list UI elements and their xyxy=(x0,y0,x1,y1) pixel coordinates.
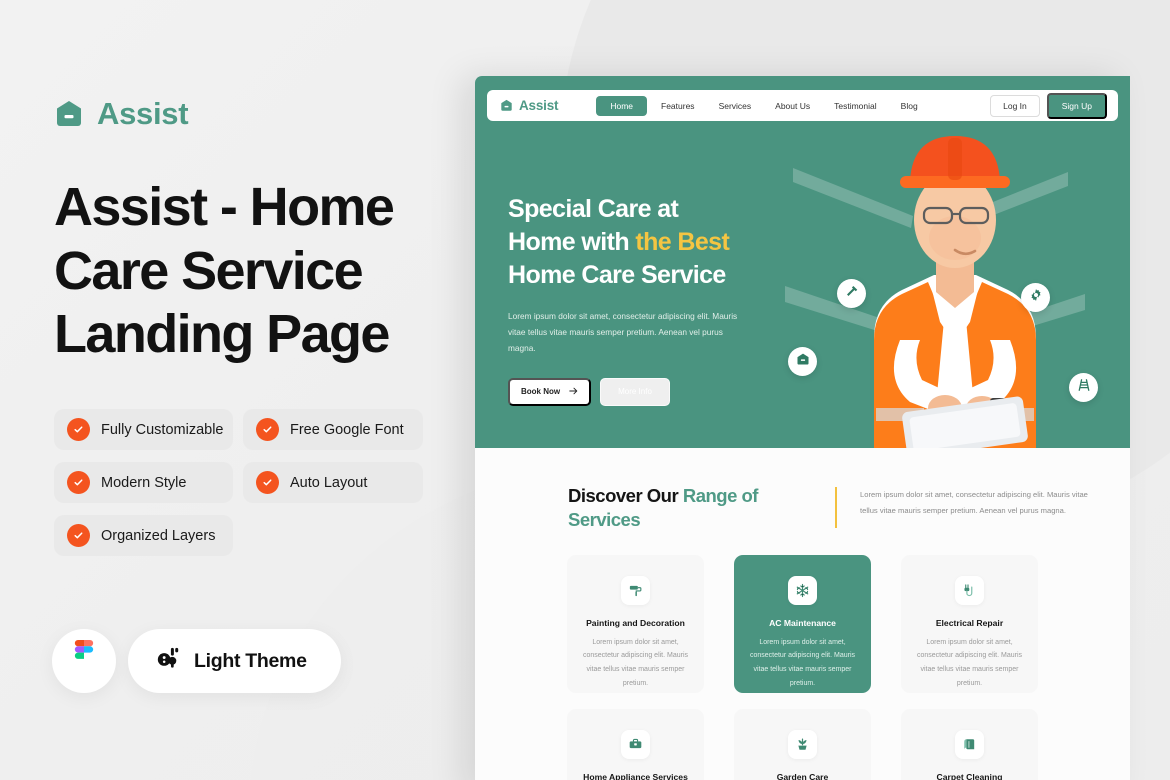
hero-title-line-2: Home with xyxy=(508,228,636,256)
hero-button-group: Book Now More Info xyxy=(508,377,808,406)
book-now-label: Book Now xyxy=(521,387,561,397)
more-info-button[interactable]: More Info xyxy=(600,377,670,406)
service-name: Electrical Repair xyxy=(935,617,1004,628)
paint-roller-icon xyxy=(621,575,650,605)
bottom-pill-group: Light Theme xyxy=(52,629,341,693)
service-name: Home Appliance Services xyxy=(583,771,688,780)
service-card[interactable]: Carpet Cleaning Lorem ipsum dolor sit am… xyxy=(901,708,1038,780)
feature-badge: Auto Layout xyxy=(243,462,423,504)
feature-badge: Fully Customizable xyxy=(54,409,233,451)
nav-item-about-us[interactable]: About Us xyxy=(765,96,820,116)
services-heading: Discover Our Range of Services xyxy=(568,484,783,533)
hero-title: Special Care at Home with the Best Home … xyxy=(508,193,808,292)
floating-badge-home xyxy=(788,347,817,376)
divider xyxy=(835,487,837,528)
nav-item-features[interactable]: Features xyxy=(651,96,705,116)
navbar-links: Home Features Services About Us Testimon… xyxy=(596,95,928,116)
home-badge-icon xyxy=(54,99,84,129)
nav-item-services[interactable]: Services xyxy=(709,96,762,116)
ladder-icon xyxy=(1077,378,1091,397)
hammer-icon xyxy=(845,284,859,303)
page-title: Assist - Home Care Service Landing Page xyxy=(54,177,395,365)
hero-photo xyxy=(804,108,1104,448)
feature-badge-label: Free Google Font xyxy=(290,421,404,438)
site-navbar: Assist Home Features Services About Us T… xyxy=(487,90,1118,121)
plant-icon xyxy=(788,729,817,759)
service-card[interactable]: Home Appliance Services Lorem ipsum dolo… xyxy=(567,708,704,780)
feature-badge-label: Auto Layout xyxy=(290,474,368,491)
snowflake-icon xyxy=(788,575,817,605)
floating-badge-gear xyxy=(1021,283,1050,312)
theme-label: Light Theme xyxy=(194,649,307,672)
check-circle-icon xyxy=(256,418,279,442)
home-badge-icon xyxy=(500,99,513,112)
check-circle-icon xyxy=(256,471,279,495)
plug-icon xyxy=(955,575,984,605)
floating-badge-ladder xyxy=(1069,373,1098,402)
theme-badge: Light Theme xyxy=(128,629,341,693)
feature-badge: Modern Style xyxy=(54,462,233,504)
figma-badge xyxy=(52,629,116,693)
feature-badge-label: Modern Style xyxy=(101,474,187,491)
nav-item-home[interactable]: Home xyxy=(596,95,648,116)
brand-lockup: Assist xyxy=(54,96,470,132)
service-name: AC Maintenance xyxy=(769,617,836,628)
navbar-brand[interactable]: Assist xyxy=(500,98,559,113)
services-header: Discover Our Range of Services Lorem ips… xyxy=(475,484,1130,533)
floating-badge-hammer xyxy=(837,279,866,308)
service-text: Lorem ipsum dolor sit amet, consectetur … xyxy=(582,638,689,687)
hero-section: Assist Home Features Services About Us T… xyxy=(475,76,1130,448)
hero-paragraph: Lorem ipsum dolor sit amet, consectetur … xyxy=(508,311,738,354)
services-grid: Painting and Decoration Lorem ipsum dolo… xyxy=(475,554,1130,780)
services-description: Lorem ipsum dolor sit amet, consectetur … xyxy=(860,490,1088,515)
check-circle-icon xyxy=(67,524,90,548)
figma-logo-icon xyxy=(71,639,97,683)
brand-name: Assist xyxy=(97,96,189,131)
service-text: Lorem ipsum dolor sit amet, consectetur … xyxy=(916,638,1023,687)
service-text: Lorem ipsum dolor sit amet, consectetur … xyxy=(749,638,856,687)
service-card[interactable]: Electrical Repair Lorem ipsum dolor sit … xyxy=(901,554,1038,693)
book-now-button[interactable]: Book Now xyxy=(508,377,592,406)
navbar-actions: Log In Sign Up xyxy=(990,92,1107,119)
services-section: Discover Our Range of Services Lorem ips… xyxy=(475,448,1130,780)
service-card[interactable]: Garden Care Lorem ipsum dolor sit amet, … xyxy=(734,708,871,780)
services-heading-plain: Discover Our xyxy=(568,485,683,506)
feature-badge-label: Fully Customizable xyxy=(101,421,224,438)
check-circle-icon xyxy=(67,471,90,495)
service-card[interactable]: AC Maintenance Lorem ipsum dolor sit ame… xyxy=(734,554,871,693)
service-card[interactable]: Painting and Decoration Lorem ipsum dolo… xyxy=(567,554,704,693)
feature-badge-label: Organized Layers xyxy=(101,527,216,544)
login-button[interactable]: Log In xyxy=(990,94,1040,117)
feature-badge: Free Google Font xyxy=(243,409,423,451)
service-name: Carpet Cleaning xyxy=(936,771,1003,780)
arrow-right-icon xyxy=(569,387,578,397)
hero-title-line-3: Home Care Service xyxy=(508,261,726,289)
poster-canvas: Assist Assist - Home Care Service Landin… xyxy=(0,0,1170,780)
hero-title-accent: the Best xyxy=(635,228,730,256)
check-circle-icon xyxy=(67,418,90,442)
hero-title-line-1: Special Care at xyxy=(508,195,679,223)
gear-icon xyxy=(1029,288,1043,307)
navbar-brand-name: Assist xyxy=(519,98,559,113)
service-name: Garden Care xyxy=(776,771,829,780)
carpet-icon xyxy=(955,729,984,759)
service-name: Painting and Decoration xyxy=(586,617,685,628)
nav-item-blog[interactable]: Blog xyxy=(891,96,928,116)
signup-button[interactable]: Sign Up xyxy=(1046,92,1107,119)
feature-badge-list: Fully Customizable Free Google Font Mode… xyxy=(54,409,434,557)
landing-page-mockup: Assist Home Features Services About Us T… xyxy=(475,76,1130,780)
toolbox-icon xyxy=(621,729,650,759)
home-icon xyxy=(796,352,810,371)
feature-badge: Organized Layers xyxy=(54,515,233,557)
theme-toggle-icon xyxy=(156,646,181,676)
nav-item-testimonial[interactable]: Testimonial xyxy=(824,96,887,116)
hero-copy: Special Care at Home with the Best Home … xyxy=(508,193,808,406)
